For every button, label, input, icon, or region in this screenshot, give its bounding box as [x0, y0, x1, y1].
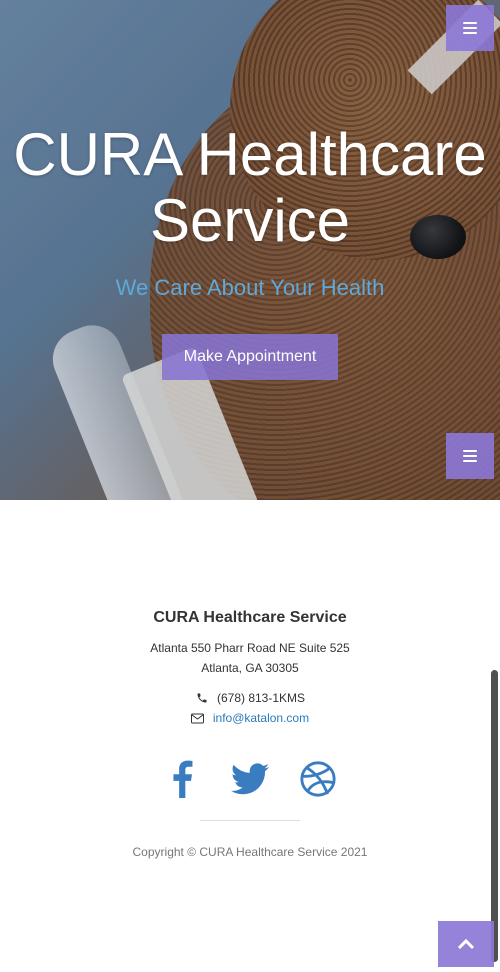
email-link[interactable]: info@katalon.com	[213, 711, 309, 725]
scroll-to-top-button[interactable]	[438, 921, 494, 967]
address-line-2: Atlanta, GA 30305	[201, 661, 299, 675]
dribbble-link[interactable]	[299, 758, 337, 800]
facebook-icon	[173, 760, 193, 798]
make-appointment-button[interactable]: Make Appointment	[162, 334, 338, 380]
menu-toggle-button-secondary[interactable]	[446, 433, 494, 479]
phone-row: (678) 813-1KMS	[0, 691, 500, 705]
dribbble-icon	[300, 761, 336, 797]
menu-toggle-button[interactable]	[446, 5, 494, 51]
envelope-icon	[191, 711, 205, 725]
hero-title: CURA Healthcare Service	[13, 121, 487, 254]
page-scrollbar[interactable]	[491, 670, 498, 962]
address-line-1: Atlanta 550 Pharr Road NE Suite 525	[150, 641, 350, 655]
bars-icon	[463, 450, 477, 462]
page: CURA Healthcare Service We Care About Yo…	[0, 0, 500, 972]
footer: CURA Healthcare Service Atlanta 550 Phar…	[0, 500, 500, 972]
email-row: info@katalon.com	[0, 711, 500, 725]
hero-section: CURA Healthcare Service We Care About Yo…	[0, 0, 500, 500]
facebook-link[interactable]	[163, 758, 201, 800]
hero-subtitle: We Care About Your Health	[115, 275, 385, 300]
chevron-up-icon	[457, 938, 475, 950]
twitter-link[interactable]	[231, 758, 269, 800]
twitter-icon	[231, 763, 269, 795]
footer-divider	[200, 820, 300, 821]
footer-title: CURA Healthcare Service	[153, 609, 347, 626]
bars-icon	[463, 22, 477, 34]
copyright-text: Copyright © CURA Healthcare Service 2021	[132, 845, 368, 859]
phone-number: (678) 813-1KMS	[216, 691, 306, 705]
phone-icon	[195, 691, 209, 705]
social-links	[0, 758, 500, 800]
